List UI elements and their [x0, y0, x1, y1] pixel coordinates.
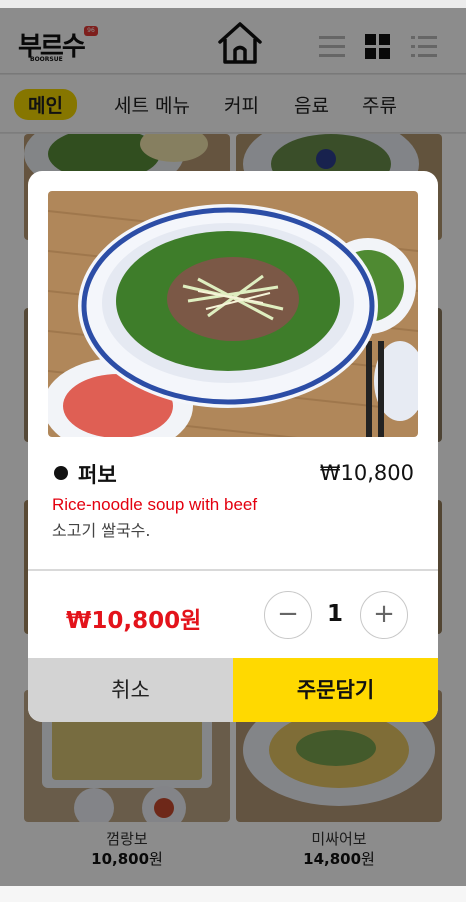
decrease-quantity-button[interactable]: − — [264, 591, 312, 639]
item-name-english: Rice-noodle soup with beef — [52, 495, 258, 514]
add-to-order-button[interactable]: 주문담기 — [233, 658, 438, 722]
item-price: ₩10,800 — [319, 461, 414, 485]
item-title: 퍼보 — [54, 459, 117, 489]
increase-quantity-button[interactable]: + — [360, 591, 408, 639]
quantity-value: 1 — [326, 601, 343, 627]
item-title-text: 퍼보 — [78, 463, 117, 487]
item-description: 소고기 쌀국수. — [52, 521, 151, 540]
bottom-strip — [0, 886, 466, 902]
item-option-modal: 퍼보 ₩10,800 Rice-noodle soup with beef 소고… — [28, 171, 438, 722]
item-photo — [48, 191, 418, 437]
cancel-button[interactable]: 취소 — [28, 658, 233, 722]
divider — [28, 569, 438, 571]
total-price: ₩10,800원 — [66, 608, 202, 634]
bullet-icon — [54, 466, 68, 480]
